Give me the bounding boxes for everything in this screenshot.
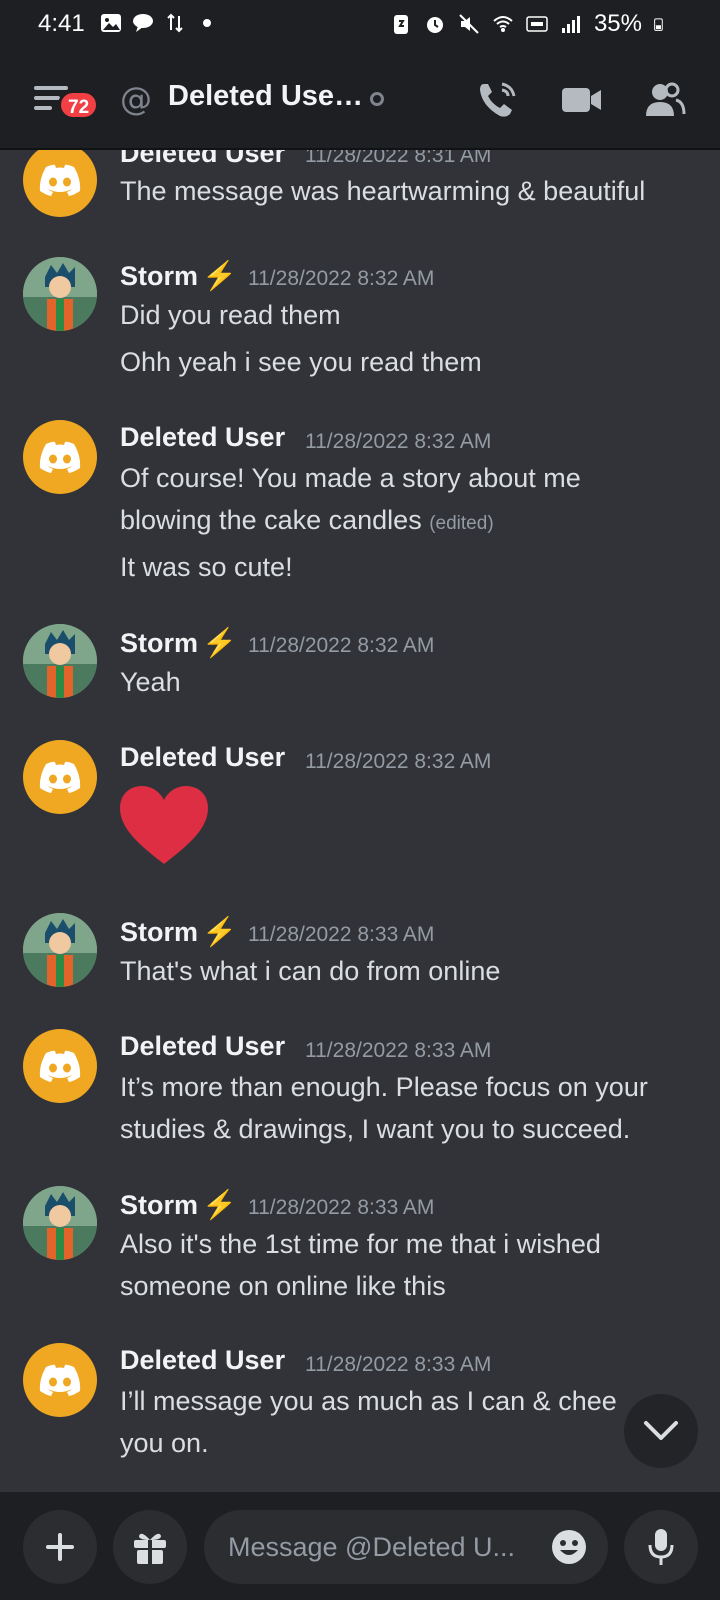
video-call-icon[interactable]	[560, 78, 604, 122]
author-name[interactable]: Storm	[120, 628, 198, 658]
message-author[interactable]: Deleted User	[120, 742, 285, 773]
status-system-icons: 35%	[390, 10, 668, 38]
message-text: Ohh yeah i see you read them	[120, 347, 482, 377]
battery-icon	[654, 18, 663, 31]
plus-icon	[46, 1533, 74, 1561]
message-timestamp: 11/28/2022 8:32 AM	[305, 430, 492, 453]
message-author[interactable]: Deleted User	[120, 150, 285, 169]
mute-icon	[459, 14, 479, 34]
add-attachment-button[interactable]	[23, 1510, 97, 1584]
storm-avatar[interactable]	[23, 624, 97, 698]
lightning-icon: ⚡	[202, 627, 237, 658]
message-timestamp: 11/28/2022 8:33 AM	[305, 1353, 492, 1376]
chat-bubble-icon	[133, 14, 153, 32]
message-author[interactable]: Deleted User	[120, 1031, 285, 1062]
dot-icon	[203, 19, 211, 27]
offline-status-icon	[370, 92, 384, 106]
lightning-icon: ⚡	[202, 260, 237, 291]
microphone-icon	[648, 1529, 674, 1565]
author-name[interactable]: Storm	[120, 261, 198, 291]
message-author[interactable]: Deleted User	[120, 422, 285, 453]
message-text: Of course! You made a story about me	[120, 463, 581, 493]
at-icon: @	[120, 80, 152, 118]
message-text: That's what i can do from online	[120, 956, 501, 986]
message-text: It was so cute!	[120, 552, 293, 582]
author-name[interactable]: Storm	[120, 917, 198, 947]
status-notification-icons	[100, 12, 218, 34]
lightning-icon: ⚡	[202, 916, 237, 947]
signal-icon	[561, 16, 580, 33]
message-text-part: blowing the cake candles	[120, 505, 422, 535]
channel-header: 72 @ Deleted Use…	[0, 50, 720, 150]
discord-logo-icon[interactable]	[23, 420, 97, 494]
chevron-down-icon	[644, 1421, 678, 1440]
data-transfer-icon	[167, 13, 183, 33]
members-icon[interactable]	[642, 78, 686, 122]
message-composer: Message @Deleted U...	[0, 1492, 720, 1600]
message-text: someone on online like this	[120, 1271, 446, 1301]
gallery-icon	[101, 14, 121, 32]
message-input[interactable]: Message @Deleted U...	[204, 1510, 608, 1584]
message-timestamp: 11/28/2022 8:33 AM	[305, 1039, 492, 1062]
message-text: The message was heartwarming & beautiful	[120, 176, 646, 206]
message-timestamp: 11/28/2022 8:33 AM	[248, 1196, 435, 1219]
message-input-placeholder: Message @Deleted U...	[228, 1532, 516, 1562]
storm-avatar[interactable]	[23, 1186, 97, 1260]
gift-button[interactable]	[113, 1510, 187, 1584]
message-author[interactable]: Storm ⚡	[120, 626, 237, 659]
message-timestamp: 11/28/2022 8:31 AM	[305, 150, 492, 167]
message-author[interactable]: Deleted User	[120, 1345, 285, 1376]
message-author[interactable]: Storm ⚡	[120, 259, 237, 292]
discord-logo-icon[interactable]	[23, 1343, 97, 1417]
jump-to-present-button[interactable]	[624, 1394, 698, 1468]
alarm-icon	[426, 17, 443, 33]
volte-icon	[526, 16, 548, 32]
battery-saver-icon	[393, 15, 408, 34]
voice-call-icon[interactable]	[476, 78, 520, 122]
discord-logo-icon[interactable]	[23, 1029, 97, 1103]
notification-badge: 72	[58, 90, 100, 120]
message-timestamp: 11/28/2022 8:32 AM	[305, 750, 492, 773]
red-heart-icon	[120, 786, 208, 864]
message-text: It’s more than enough. Please focus on y…	[120, 1072, 648, 1102]
message-timestamp: 11/28/2022 8:33 AM	[248, 923, 435, 946]
battery-percent: 35%	[593, 10, 642, 37]
message-text: studies & drawings, I want you to succee…	[120, 1114, 631, 1144]
lightning-icon: ⚡	[202, 1189, 237, 1220]
message-text: Also it's the 1st time for me that i wis…	[120, 1229, 601, 1259]
message-text: Did you read them	[120, 300, 341, 330]
edited-label: (edited)	[429, 513, 494, 534]
message-timestamp: 11/28/2022 8:32 AM	[248, 634, 435, 657]
storm-avatar[interactable]	[23, 257, 97, 331]
storm-avatar[interactable]	[23, 913, 97, 987]
wifi-icon	[493, 16, 513, 32]
message-text: I’ll message you as much as I can & chee	[120, 1386, 617, 1416]
message-text: Yeah	[120, 667, 181, 697]
author-name[interactable]: Storm	[120, 1190, 198, 1220]
emoji-icon[interactable]	[550, 1528, 588, 1566]
status-bar: 4:41 35%	[0, 0, 720, 50]
message-text: blowing the cake candles (edited)	[120, 505, 494, 536]
discord-logo-icon[interactable]	[23, 150, 97, 217]
message-author[interactable]: Storm ⚡	[120, 1188, 237, 1221]
message-text: you on.	[120, 1428, 209, 1458]
status-time: 4:41	[38, 10, 85, 37]
voice-message-button[interactable]	[624, 1510, 698, 1584]
message-timestamp: 11/28/2022 8:32 AM	[248, 267, 435, 290]
discord-logo-icon[interactable]	[23, 740, 97, 814]
message-author[interactable]: Storm ⚡	[120, 915, 237, 948]
gift-icon	[134, 1533, 166, 1564]
channel-title[interactable]: Deleted Use…	[168, 80, 363, 113]
message-list[interactable]: Deleted User 11/28/2022 8:31 AM The mess…	[0, 150, 720, 1492]
